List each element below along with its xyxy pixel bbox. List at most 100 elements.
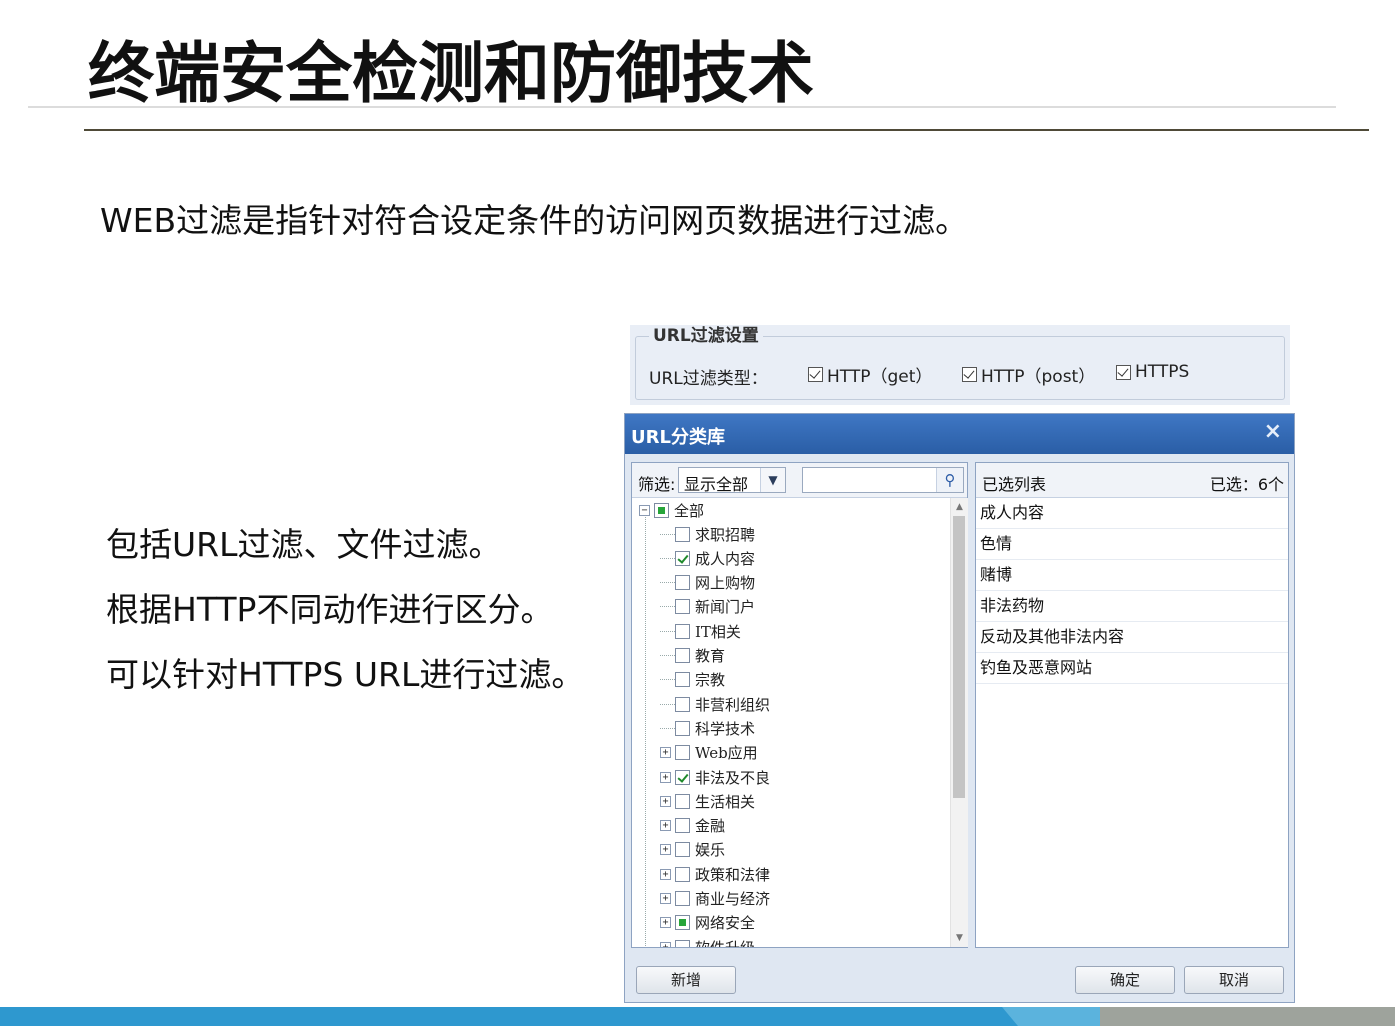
tree-item[interactable]: + Web应用 xyxy=(660,741,758,765)
tree-item[interactable]: 教育 xyxy=(660,644,725,668)
list-item[interactable]: 反动及其他非法内容 xyxy=(976,622,1288,653)
expand-icon[interactable]: + xyxy=(660,893,671,904)
tree-scrollbar[interactable]: ▲ ▼ xyxy=(950,498,968,947)
tree-item-checkbox[interactable] xyxy=(675,915,690,931)
expand-icon[interactable]: + xyxy=(660,844,671,856)
expand-icon[interactable]: + xyxy=(660,795,671,807)
tree-item[interactable]: 科学技术 xyxy=(660,716,755,740)
bullet-item: 根据HTTP不同动作进行区分。 xyxy=(106,590,554,629)
tree-item[interactable]: + 金融 xyxy=(660,814,725,838)
tree-item-checkbox[interactable] xyxy=(675,939,690,947)
tree-item-checkbox[interactable] xyxy=(675,648,690,663)
close-icon[interactable]: × xyxy=(1264,419,1282,444)
tree-item-label: 宗教 xyxy=(695,671,726,690)
selected-list-title: 已选列表 xyxy=(982,475,1047,494)
expand-icon[interactable]: + xyxy=(660,820,671,832)
tree-item[interactable]: + 政策和法律 xyxy=(660,862,770,886)
expand-icon[interactable]: + xyxy=(660,941,671,947)
list-item[interactable]: 色情 xyxy=(976,529,1288,560)
dialog-titlebar[interactable]: URL分类库 × xyxy=(625,414,1294,454)
search-icon[interactable]: ⚲ xyxy=(936,468,963,492)
tree-item[interactable]: 宗教 xyxy=(660,668,725,692)
tree-item[interactable]: 新闻门户 xyxy=(660,595,755,619)
expand-icon[interactable]: + xyxy=(660,917,671,929)
collapse-icon[interactable]: − xyxy=(639,504,650,516)
http-get-checkbox[interactable] xyxy=(808,367,823,382)
ok-button[interactable]: 确定 xyxy=(1075,966,1175,994)
tree-connector xyxy=(660,703,675,705)
tree-item[interactable]: 求职招聘 xyxy=(660,522,755,546)
tree-item-label: 金融 xyxy=(695,817,726,836)
tree-item-label: 求职招聘 xyxy=(695,525,756,544)
tree-item-checkbox[interactable] xyxy=(675,818,690,834)
bullet-list: 包括URL过滤、文件过滤。 根据HTTP不同动作进行区分。 可以针对HTTPS … xyxy=(106,521,584,716)
tree-item-checkbox[interactable] xyxy=(675,623,690,639)
http-get-option[interactable]: HTTP（get） xyxy=(808,362,932,387)
tree-connector xyxy=(660,606,675,608)
scrollbar-thumb[interactable] xyxy=(953,516,965,798)
selected-count: 已选：6个 xyxy=(1209,475,1284,494)
tree-item[interactable]: + 商业与经济 xyxy=(660,887,770,911)
tree-connector xyxy=(660,582,675,584)
tree-item-checkbox[interactable] xyxy=(675,793,690,809)
tree-item-label: 商业与经济 xyxy=(695,890,771,908)
tree-item[interactable]: IT相关 xyxy=(660,619,741,643)
https-label: HTTPS xyxy=(1135,362,1190,382)
tree-item-checkbox[interactable] xyxy=(675,866,690,882)
list-item[interactable]: 赌博 xyxy=(976,560,1288,591)
tree-item-checkbox[interactable] xyxy=(675,769,690,785)
filter-select[interactable]: 显示全部 ▼ xyxy=(678,467,786,494)
tree-item[interactable]: 网上购物 xyxy=(660,571,755,595)
tree-item[interactable]: + 软件升级 xyxy=(660,935,755,947)
scroll-up-icon[interactable]: ▲ xyxy=(951,500,968,514)
list-item[interactable]: 成人内容 xyxy=(976,498,1288,529)
tree-item[interactable]: + 生活相关 xyxy=(660,789,755,813)
list-item[interactable]: 钓鱼及恶意网站 xyxy=(976,653,1288,684)
expand-icon[interactable]: + xyxy=(660,747,671,759)
tree-item-label: Web应用 xyxy=(695,744,758,763)
url-category-dialog: URL分类库 × 筛选: 显示全部 ▼ ⚲ − 全部 求职招聘 成人内容 网上购物新… xyxy=(624,413,1295,1003)
tree-item-checkbox[interactable] xyxy=(675,672,690,688)
expand-icon[interactable]: + xyxy=(660,771,671,783)
http-post-checkbox[interactable] xyxy=(962,367,977,382)
tree-connector xyxy=(660,679,675,681)
search-input[interactable]: ⚲ xyxy=(802,467,964,493)
filter-select-value: 显示全部 xyxy=(684,475,749,494)
tree-item[interactable]: 成人内容 xyxy=(660,546,755,570)
tree-item-label: 网络安全 xyxy=(695,914,756,933)
https-option[interactable]: HTTPS xyxy=(1116,362,1189,382)
tree-item-checkbox[interactable] xyxy=(675,696,690,712)
tree-item[interactable]: + 网络安全 xyxy=(660,911,755,935)
tree-item-checkbox[interactable] xyxy=(675,842,690,858)
http-post-option[interactable]: HTTP（post） xyxy=(962,362,1095,387)
tree-item-label: 软件升级 xyxy=(695,937,755,947)
tree-item-checkbox[interactable] xyxy=(675,720,690,736)
chevron-down-icon[interactable]: ▼ xyxy=(760,468,785,492)
list-item[interactable]: 非法药物 xyxy=(976,591,1288,622)
cancel-button[interactable]: 取消 xyxy=(1184,966,1284,994)
expand-icon[interactable]: + xyxy=(660,868,671,880)
tree-item-checkbox[interactable] xyxy=(675,745,690,761)
filter-bar: 筛选: 显示全部 ▼ ⚲ xyxy=(632,463,967,498)
tree-item-checkbox[interactable] xyxy=(675,575,690,591)
add-button[interactable]: 新增 xyxy=(636,966,736,994)
tree-guide-line xyxy=(645,514,646,947)
tree-item[interactable]: 非营利组织 xyxy=(660,692,770,716)
tree-item-label: 成人内容 xyxy=(695,549,756,568)
scroll-down-icon[interactable]: ▼ xyxy=(951,931,968,945)
tree-item-checkbox[interactable] xyxy=(675,526,690,542)
tree-connector xyxy=(660,630,675,632)
title-divider-light xyxy=(28,106,1336,108)
url-filter-settings: URL过滤设置 URL过滤类型： HTTP（get） HTTP（post） HT… xyxy=(630,325,1290,405)
https-checkbox[interactable] xyxy=(1116,364,1131,380)
category-tree: − 全部 求职招聘成人内容网上购物 新闻门户 IT相关 教育宗教非营利组织 科学技术 + W… xyxy=(632,498,950,947)
tree-item-checkbox[interactable] xyxy=(675,891,690,906)
tree-item-checkbox[interactable] xyxy=(675,550,690,566)
tree-item[interactable]: + 非法及不良 xyxy=(660,765,770,789)
url-filter-legend: URL过滤设置 xyxy=(649,325,763,347)
tree-item-label: 生活相关 xyxy=(695,792,756,811)
tree-root-item[interactable]: − 全部 xyxy=(639,498,704,522)
tree-item[interactable]: + 娱乐 xyxy=(660,838,725,862)
tree-root-checkbox[interactable] xyxy=(654,502,669,518)
tree-item-checkbox[interactable] xyxy=(675,599,690,615)
